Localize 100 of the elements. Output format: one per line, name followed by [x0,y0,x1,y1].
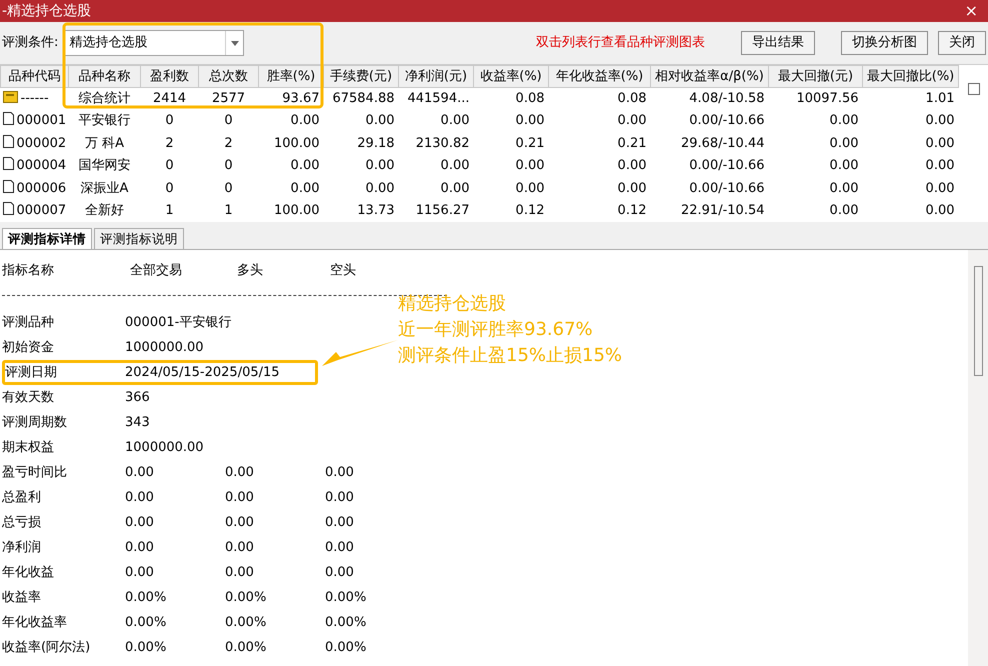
table-cell-text: 100.00 [273,134,320,153]
table-cell-text: 0.12 [514,202,546,220]
metric-value: 0.00 [125,514,154,532]
scrollbar[interactable] [968,250,988,666]
table-cell-text: 0.00 [290,112,320,130]
table-cell-text: 0.00/-10.66 [688,180,766,198]
column-header[interactable]: 品种名称 [68,66,140,88]
table-cell-text: 0.00 [616,180,648,198]
table-cell-text: 2 [164,134,175,153]
table-cell-text: 平安银行 [78,112,132,130]
table-cell-text: 0.00 [924,112,956,130]
column-header[interactable]: 年化收益率(%) [548,66,650,88]
column-label: 全部交易 [130,262,182,280]
metric-label: 总亏损 [2,514,41,532]
table-cell: 2577 [198,88,258,110]
toolbar-button[interactable]: 导出结果 [741,31,815,55]
table-cell-text: 0.00 [364,157,396,176]
metric-label: 评测品种 [2,314,54,332]
table-cell-text: 0.00 [828,112,860,130]
table-cell-text: 1 [223,202,234,220]
column-header[interactable]: 盈利数 [140,66,198,88]
table-cell-text: 2130.82 [414,134,470,153]
metric-label: 年化收益率 [2,614,67,632]
table-cell-text: 1 [164,202,175,220]
column-header[interactable]: 最大回撤比(%) [862,66,958,88]
table-cell-text: 0.00 [440,112,470,130]
table-cell-text: 0.00 [514,180,546,198]
tab[interactable]: 评测指标说明 [94,228,184,249]
table-cell-text: 0.00 [828,134,860,153]
toolbar-button[interactable]: 切换分析图 [841,31,928,55]
column-header[interactable]: 胜率(%) [258,66,324,88]
close-button[interactable]: × [960,3,982,19]
table-cell-text: 0.00 [828,202,860,220]
column-header[interactable]: 最大回撤(元) [768,66,862,88]
column-header[interactable]: 总次数 [198,66,258,88]
table-cell-text: 100.00 [273,202,320,220]
metric-value: 0.00% [325,639,366,657]
column-header[interactable]: 手续费(元) [324,66,398,88]
document-icon [2,134,14,148]
table-cell-text: 0.00 [440,157,470,176]
metric-label: 期末权益 [2,439,54,457]
tab[interactable]: 评测指标详情 [2,228,92,249]
table-cell-text: 0.00 [616,157,648,176]
code-cell: 000001 [0,110,68,132]
table-cell-text: 0.00 [828,180,860,198]
table-cell-text: 0.00/-10.66 [688,157,766,176]
checkbox[interactable] [968,83,980,95]
table-cell-text: 0 [223,112,234,130]
table-cell: 1.01 [862,88,958,110]
metric-value: 1000000.00 [125,339,204,357]
metric-label: 评测日期 [5,364,57,382]
table-cell-text: 万 科A [84,134,126,153]
metric-value: 0.00 [125,564,154,582]
metric-value: 343 [125,414,150,432]
table-cell: 综合统计 [68,88,140,110]
table-cell-text: 0.00 [924,134,956,153]
condition-dropdown[interactable]: 精选持仓选股 [64,30,244,56]
column-header[interactable]: 净利润(元) [398,66,474,88]
metric-value: 0.00% [225,614,266,632]
table-cell: 67584.88 [324,88,398,110]
metric-label: 总盈利 [2,489,41,507]
column-label: 指标名称 [2,262,54,280]
document-icon [2,202,14,216]
table-cell-text: 0.12 [616,202,648,220]
metric-value: 0.00 [325,489,354,507]
column-label: 空头 [330,262,356,280]
code-cell: 000006 [0,177,68,200]
table-cell-text: 2 [223,134,234,153]
metric-label: 盈亏时间比 [2,464,67,482]
metric-value: 0.00% [225,639,266,657]
document-icon [2,157,14,170]
table-cell-text: 29.68/-10.44 [680,134,766,153]
metric-value: 0.00 [125,539,154,557]
table-cell-text: 全新好 [84,202,125,220]
column-header[interactable]: 收益率(%) [474,66,548,88]
metric-value: 0.00% [125,589,166,607]
metric-value: 0.00 [225,539,254,557]
field-label: 评测条件: [2,34,58,52]
toolbar-button[interactable]: 关闭 [938,31,986,55]
metric-value: 0.00 [325,539,354,557]
table-cell-text: 0 [164,112,175,130]
table-cell-text: 0 [223,180,234,198]
code-cell: ------ [0,88,68,110]
table-cell-text: 0.00 [924,157,956,176]
metric-value: 0.00% [325,589,366,607]
table-cell-text: 0.00 [364,180,396,198]
document-icon [2,180,14,193]
column-header[interactable]: 品种代码 [0,66,68,88]
metric-value: 0.00% [125,614,166,632]
window-title: -精选持仓选股 [2,2,92,20]
metric-value: 366 [125,389,150,407]
table-cell-text: 国华网安 [78,157,132,176]
column-header[interactable]: 相对收益率α/β(%) [650,66,768,88]
metric-label: 评测周期数 [2,414,67,432]
code-cell: 000007 [0,200,68,222]
table-cell: 0.08 [548,88,650,110]
metric-label: 收益率(阿尔法) [2,639,90,657]
metric-label: 净利润 [2,539,41,557]
table-cell-text: 0.00 [616,112,648,130]
caret-icon [230,40,239,46]
